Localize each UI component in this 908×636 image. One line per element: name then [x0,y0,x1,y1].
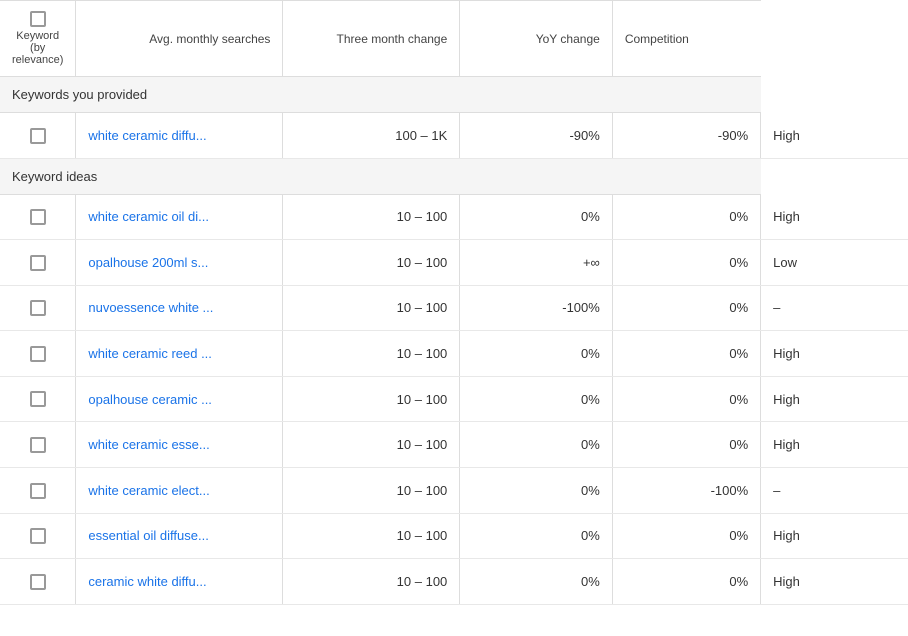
row-checkbox-cell[interactable] [0,376,76,422]
table-row: essential oil diffuse...10 – 1000%0%High [0,513,908,559]
yoy-cell: 0% [612,194,760,240]
keyword-cell[interactable]: white ceramic diffu... [76,113,283,159]
section-label: Keyword ideas [0,158,761,194]
yoy-cell: 0% [612,422,760,468]
keyword-cell[interactable]: opalhouse 200ml s... [76,240,283,286]
row-checkbox-cell[interactable] [0,113,76,159]
row-checkbox[interactable] [30,346,46,362]
row-checkbox-cell[interactable] [0,240,76,286]
keyword-cell[interactable]: white ceramic reed ... [76,331,283,377]
yoy-cell: -90% [612,113,760,159]
yoy-cell: 0% [612,376,760,422]
table-row: white ceramic elect...10 – 1000%-100%– [0,467,908,513]
row-checkbox[interactable] [30,483,46,499]
three-month-cell: 0% [460,467,613,513]
yoy-cell: 0% [612,559,760,605]
avg-monthly-cell: 10 – 100 [283,285,460,331]
select-all-header[interactable]: Keyword (by relevance) [0,1,76,77]
keyword-cell[interactable]: essential oil diffuse... [76,513,283,559]
competition-cell: High [761,513,908,559]
competition-cell: – [761,467,908,513]
avg-monthly-cell: 10 – 100 [283,422,460,468]
three-month-cell: +∞ [460,240,613,286]
keyword-cell[interactable]: white ceramic oil di... [76,194,283,240]
keyword-cell[interactable]: white ceramic esse... [76,422,283,468]
row-checkbox-cell[interactable] [0,285,76,331]
avg-monthly-cell: 10 – 100 [283,376,460,422]
section-label: Keywords you provided [0,77,761,113]
competition-cell: High [761,113,908,159]
three-month-header: Three month change [283,1,460,77]
table-row: white ceramic esse...10 – 1000%0%High [0,422,908,468]
three-month-cell: -90% [460,113,613,159]
yoy-cell: -100% [612,467,760,513]
three-month-cell: 0% [460,376,613,422]
avg-monthly-cell: 10 – 100 [283,331,460,377]
yoy-cell: 0% [612,285,760,331]
header-checkbox[interactable] [30,11,46,27]
row-checkbox-cell[interactable] [0,422,76,468]
table-row: opalhouse ceramic ...10 – 1000%0%High [0,376,908,422]
keyword-col-header: Keyword (by relevance) [12,30,63,66]
three-month-cell: -100% [460,285,613,331]
keyword-cell[interactable]: white ceramic elect... [76,467,283,513]
row-checkbox-cell[interactable] [0,194,76,240]
row-checkbox[interactable] [30,437,46,453]
row-checkbox[interactable] [30,255,46,271]
row-checkbox-cell[interactable] [0,331,76,377]
competition-cell: High [761,422,908,468]
yoy-header: YoY change [460,1,613,77]
keyword-cell[interactable]: opalhouse ceramic ... [76,376,283,422]
competition-cell: – [761,285,908,331]
row-checkbox-cell[interactable] [0,467,76,513]
three-month-cell: 0% [460,559,613,605]
avg-monthly-cell: 10 – 100 [283,194,460,240]
table-row: white ceramic diffu...100 – 1K-90%-90%Hi… [0,113,908,159]
avg-monthly-header: Avg. monthly searches [76,1,283,77]
competition-cell: Low [761,240,908,286]
row-checkbox[interactable] [30,391,46,407]
row-checkbox[interactable] [30,574,46,590]
competition-header: Competition [612,1,760,77]
yoy-cell: 0% [612,513,760,559]
yoy-cell: 0% [612,240,760,286]
row-checkbox[interactable] [30,128,46,144]
competition-cell: High [761,559,908,605]
keyword-cell[interactable]: ceramic white diffu... [76,559,283,605]
row-checkbox[interactable] [30,209,46,225]
avg-monthly-cell: 10 – 100 [283,559,460,605]
avg-monthly-cell: 10 – 100 [283,240,460,286]
section-header-row: Keyword ideas [0,158,908,194]
avg-monthly-cell: 100 – 1K [283,113,460,159]
row-checkbox-cell[interactable] [0,513,76,559]
competition-cell: High [761,376,908,422]
three-month-cell: 0% [460,331,613,377]
three-month-cell: 0% [460,194,613,240]
section-header-row: Keywords you provided [0,77,908,113]
keyword-cell[interactable]: nuvoessence white ... [76,285,283,331]
three-month-cell: 0% [460,422,613,468]
table-row: opalhouse 200ml s...10 – 100+∞0%Low [0,240,908,286]
table-row: white ceramic reed ...10 – 1000%0%High [0,331,908,377]
yoy-cell: 0% [612,331,760,377]
table-row: ceramic white diffu...10 – 1000%0%High [0,559,908,605]
competition-cell: High [761,194,908,240]
row-checkbox-cell[interactable] [0,559,76,605]
table-row: nuvoessence white ...10 – 100-100%0%– [0,285,908,331]
avg-monthly-cell: 10 – 100 [283,513,460,559]
table-row: white ceramic oil di...10 – 1000%0%High [0,194,908,240]
three-month-cell: 0% [460,513,613,559]
competition-cell: High [761,331,908,377]
avg-monthly-cell: 10 – 100 [283,467,460,513]
row-checkbox[interactable] [30,528,46,544]
row-checkbox[interactable] [30,300,46,316]
